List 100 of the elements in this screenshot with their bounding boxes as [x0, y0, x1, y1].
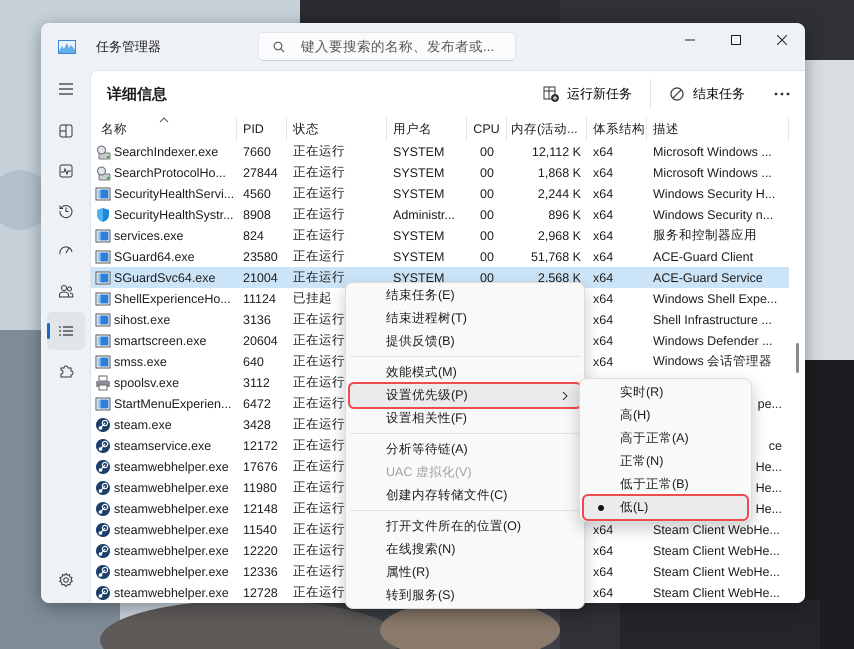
column-header[interactable]: CPU	[467, 117, 507, 141]
status-cell: 正在运行	[293, 584, 345, 601]
menu-item[interactable]: 高于正常(A)	[584, 427, 747, 450]
run-task-button[interactable]: 运行新任务	[537, 79, 638, 109]
architecture-cell: x64	[593, 564, 614, 578]
architecture-cell: x64	[593, 544, 614, 558]
column-header[interactable]: 状态	[287, 117, 387, 141]
menu-item[interactable]: 正常(N)	[584, 450, 747, 473]
architecture-cell: x64	[593, 522, 614, 536]
menu-item[interactable]: 结束任务(E)	[350, 284, 580, 307]
search-field[interactable]: 键入要搜索的名称、发布者或...	[258, 32, 516, 61]
process-name: smss.exe	[114, 354, 167, 368]
description-cell: Steam Client WebHe...	[653, 522, 780, 536]
architecture-cell: x64	[593, 334, 614, 348]
pid-cell: 7660	[243, 144, 271, 158]
menu-item[interactable]: 实时(R)	[584, 381, 747, 404]
architecture-cell: x64	[593, 354, 614, 368]
architecture-cell: x64	[593, 166, 614, 180]
status-cell: 正在运行	[293, 206, 345, 223]
pid-cell: 6472	[243, 396, 271, 410]
memory-cell: 2,568 K	[538, 270, 581, 284]
menu-item[interactable]: 效能模式(M)	[350, 361, 580, 384]
description-cell: Windows 会话管理器	[653, 353, 772, 370]
description-cell: 服务和控制器应用	[653, 227, 757, 244]
cpu-cell: 00	[480, 186, 494, 200]
menu-item[interactable]: 设置相关性(F)	[350, 407, 580, 430]
menu-item[interactable]: 打开文件所在的位置(O)	[350, 515, 580, 538]
status-cell: 正在运行	[293, 563, 345, 580]
menu-item[interactable]: 属性(R)	[350, 561, 580, 584]
process-name: steam.exe	[114, 418, 172, 432]
status-cell: 正在运行	[293, 458, 345, 475]
description-cell: Windows Shell Expe...	[653, 292, 778, 306]
column-header[interactable]: 名称	[91, 117, 237, 141]
column-header[interactable]: 描述	[647, 117, 789, 141]
process-name: SearchProtocolHo...	[114, 166, 226, 180]
pid-cell: 21004	[243, 270, 278, 284]
process-name: steamwebhelper.exe	[114, 544, 229, 558]
pid-cell: 11980	[243, 480, 277, 494]
status-cell: 正在运行	[293, 227, 345, 244]
end-task-button[interactable]: 结束任务	[663, 79, 751, 109]
pid-cell: 20604	[243, 334, 278, 348]
menu-item[interactable]: 设置优先级(P)	[350, 384, 580, 407]
status-cell: 正在运行	[293, 248, 345, 265]
column-header[interactable]: 内存(活动...	[507, 117, 587, 141]
pid-cell: 12336	[243, 564, 278, 578]
process-name: spoolsv.exe	[114, 376, 180, 390]
pid-cell: 11540	[243, 522, 277, 536]
column-header[interactable]: 用户名	[387, 117, 467, 141]
user-cell: SYSTEM	[393, 250, 444, 264]
user-cell: SYSTEM	[393, 228, 444, 242]
process-name: SGuard64.exe	[114, 250, 195, 264]
process-name: services.exe	[114, 228, 184, 242]
memory-cell: 51,768 K	[530, 250, 581, 264]
menu-item[interactable]: 高(H)	[584, 404, 747, 427]
column-header[interactable]: 体系结构	[587, 117, 647, 141]
pid-cell: 3112	[243, 376, 270, 390]
description-cell: Steam Client WebHe...	[653, 564, 780, 578]
process-name: steamwebhelper.exe	[114, 522, 229, 536]
process-name: steamwebhelper.exe	[114, 460, 229, 474]
process-name: steamwebhelper.exe	[114, 502, 229, 516]
status-cell: 正在运行	[293, 185, 345, 202]
description-cell: Microsoft Windows ...	[653, 166, 772, 180]
status-cell: 正在运行	[293, 332, 345, 349]
user-cell: SYSTEM	[393, 186, 444, 200]
column-header[interactable]: PID	[237, 117, 287, 141]
process-name: SecurityHealthSystr...	[114, 208, 234, 222]
menu-item[interactable]: 创建内存转储文件(C)	[350, 484, 580, 507]
menu-item[interactable]: 转到服务(S)	[350, 584, 580, 607]
status-cell: 正在运行	[293, 353, 345, 370]
status-cell: 正在运行	[293, 479, 345, 496]
status-cell: 正在运行	[293, 416, 345, 433]
user-cell: SYSTEM	[393, 270, 444, 284]
menu-item[interactable]: 分析等待链(A)	[350, 438, 580, 461]
pid-cell: 3136	[243, 312, 271, 326]
description-cell: He...	[756, 480, 782, 494]
status-cell: 正在运行	[293, 269, 345, 286]
menu-item[interactable]: 低于正常(B)	[584, 473, 747, 496]
description-cell: Steam Client WebHe...	[653, 544, 780, 558]
architecture-cell: x64	[593, 250, 614, 264]
description-cell: He...	[756, 502, 782, 516]
menu-item[interactable]: 低(L)	[584, 496, 747, 519]
menu-item[interactable]: 结束进程树(T)	[350, 307, 580, 330]
status-cell: 正在运行	[293, 374, 345, 391]
user-cell: SYSTEM	[393, 144, 444, 158]
architecture-cell: x64	[593, 228, 614, 242]
process-name: smartscreen.exe	[114, 334, 206, 348]
cpu-cell: 00	[480, 166, 494, 180]
menu-item[interactable]: 提供反馈(B)	[350, 330, 580, 353]
process-name: steamwebhelper.exe	[114, 480, 229, 494]
pid-cell: 640	[243, 354, 264, 368]
menu-item[interactable]: 在线搜索(N)	[350, 538, 580, 561]
status-cell: 正在运行	[293, 164, 345, 181]
status-cell: 正在运行	[293, 143, 345, 160]
process-name: StartMenuExperien...	[114, 396, 232, 410]
description-cell: Shell Infrastructure ...	[653, 312, 772, 326]
architecture-cell: x64	[593, 312, 614, 326]
user-cell: SYSTEM	[393, 166, 444, 180]
status-cell: 正在运行	[293, 500, 345, 517]
pid-cell: 11124	[243, 292, 276, 306]
cpu-cell: 00	[480, 144, 494, 158]
